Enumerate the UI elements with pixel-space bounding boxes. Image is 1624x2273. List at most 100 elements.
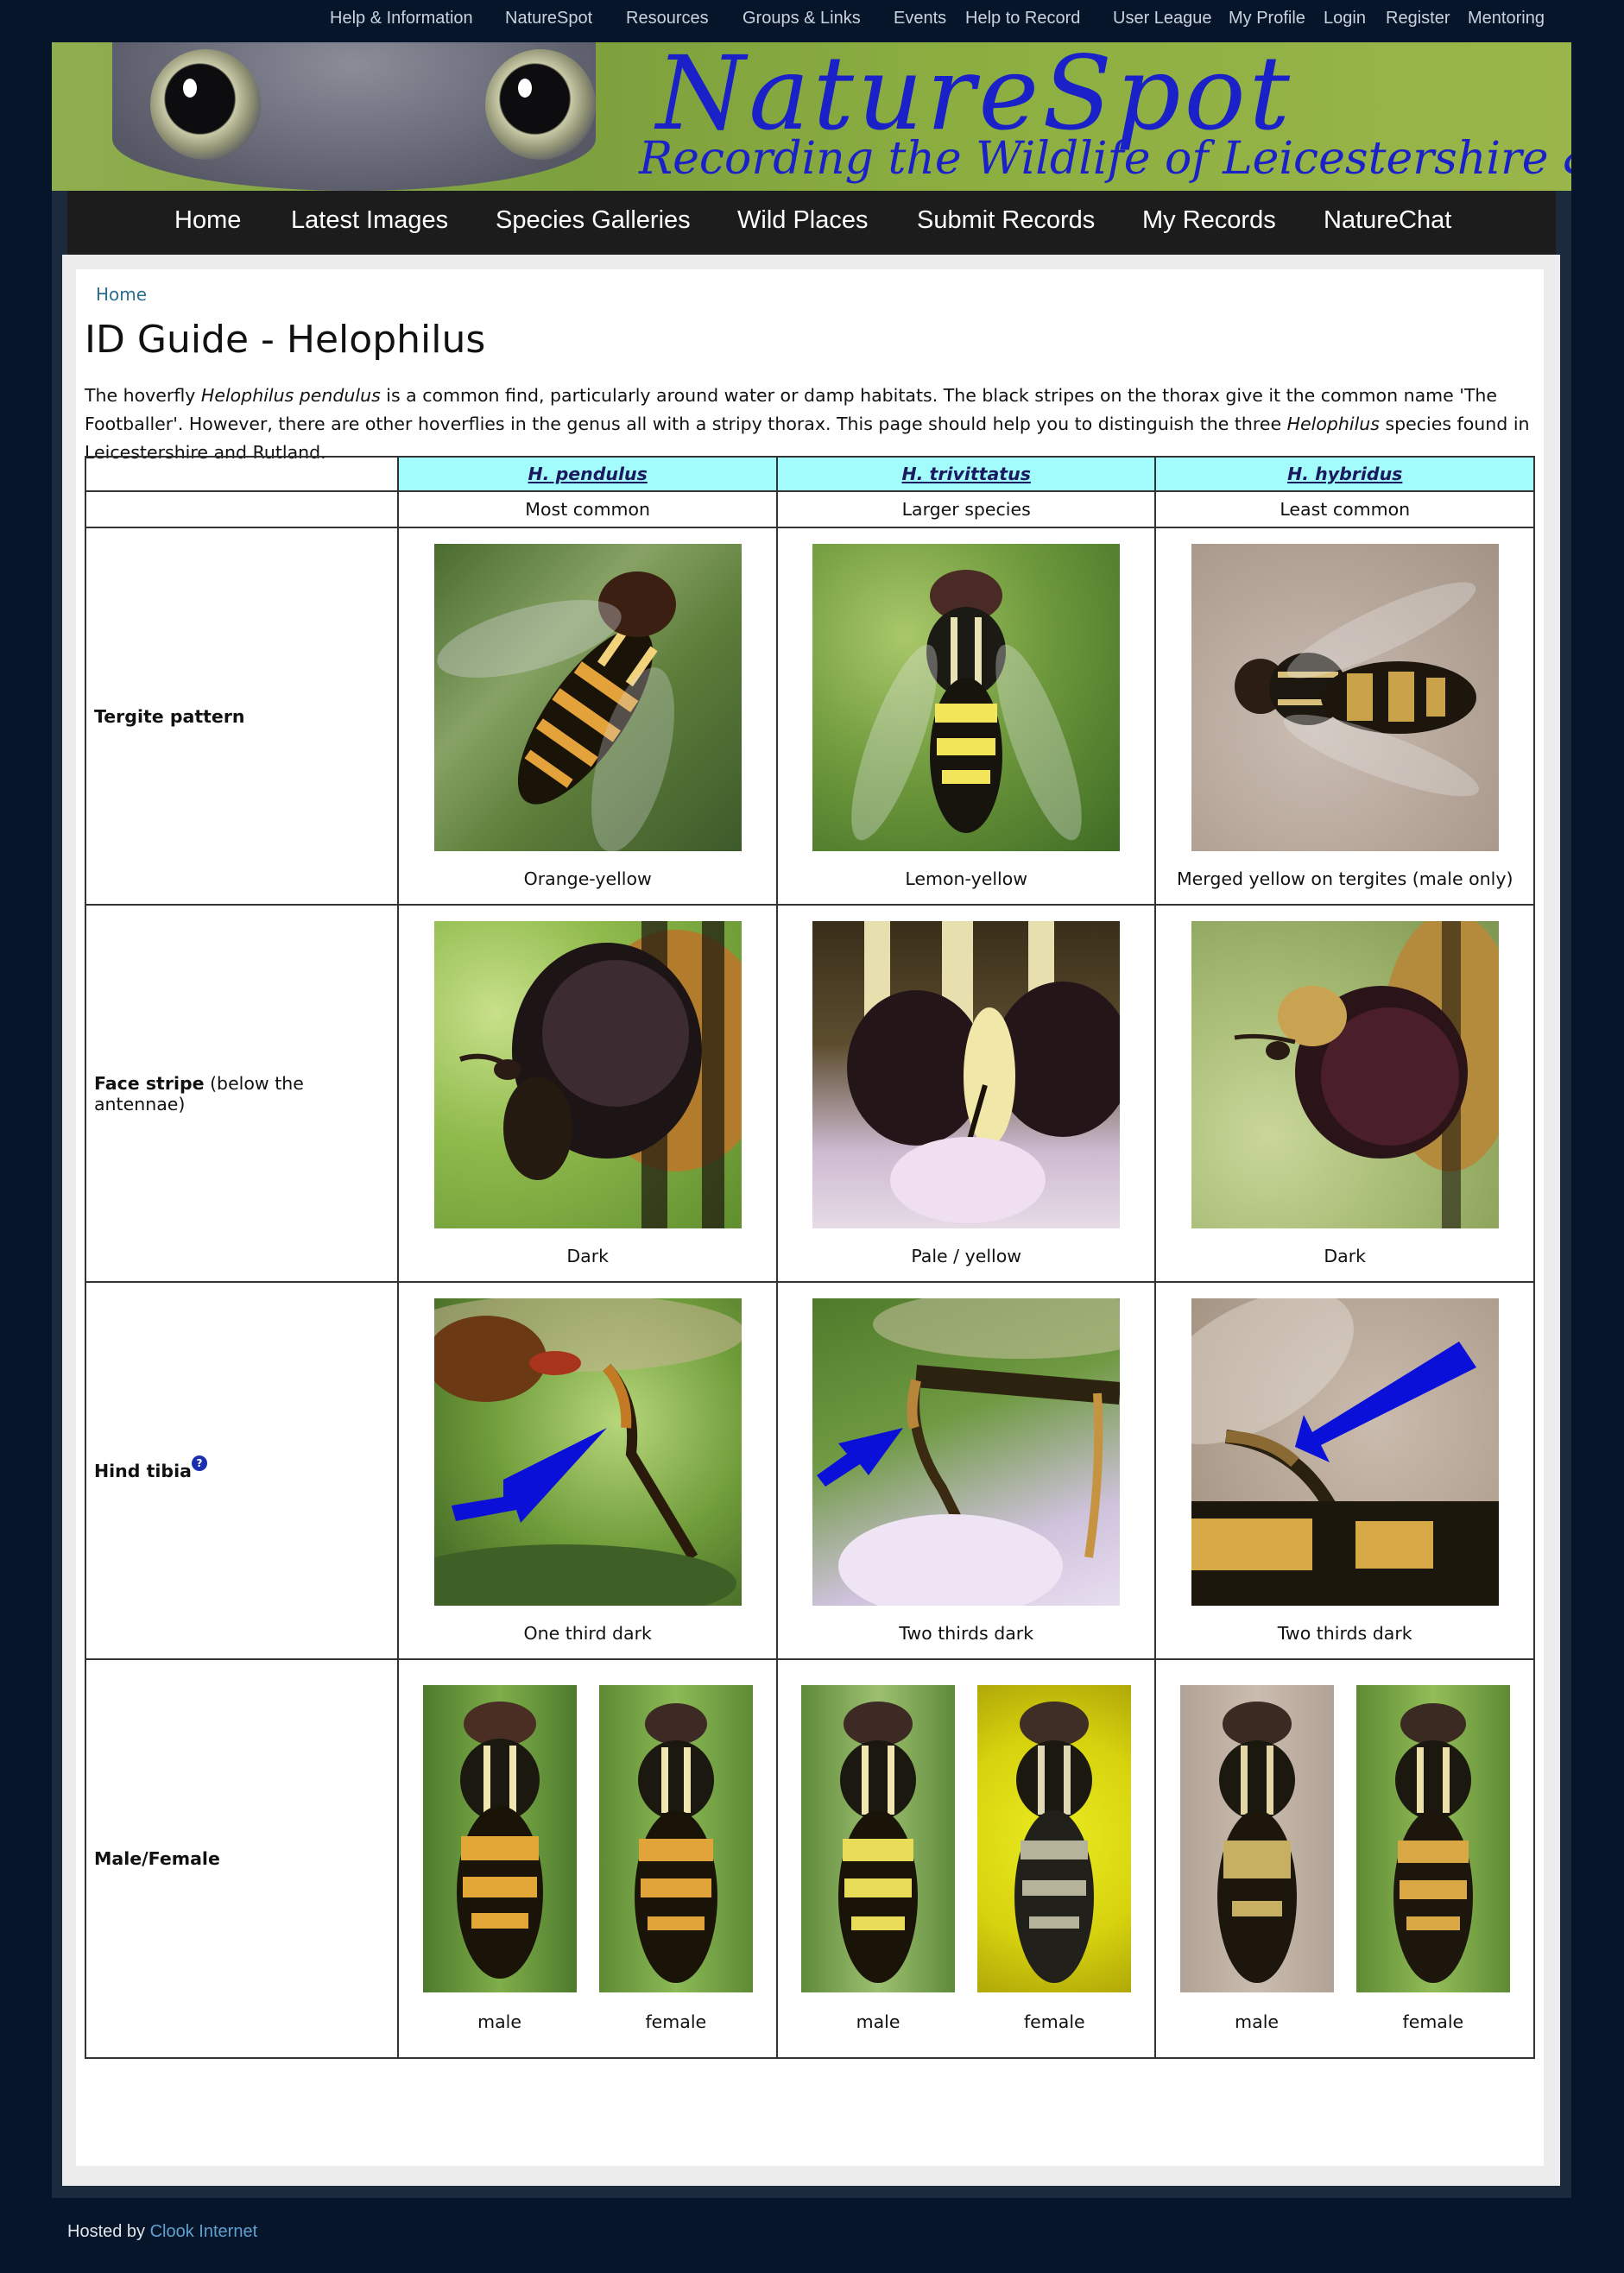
nav-wild-places[interactable]: Wild Places: [737, 206, 869, 235]
topnav-groups-links[interactable]: Groups & Links: [742, 9, 861, 28]
topnav-help-information[interactable]: Help & Information: [330, 9, 473, 28]
species-header: H. trivittatus: [775, 456, 1157, 492]
species-header: H. hybridus: [1154, 456, 1535, 492]
hoverfly-face-illustration: [458, 920, 742, 1228]
topnav-naturespot[interactable]: NatureSpot: [505, 9, 592, 28]
caption-male: male: [1235, 2011, 1279, 2032]
caption-pendulus-face: Dark: [566, 1245, 609, 1266]
caption-male: male: [856, 2011, 900, 2032]
hoverfly-illustration: [838, 1702, 919, 1983]
table-row: Face stripe (below the antennae) Dark Pa…: [84, 904, 1535, 1283]
table-cell: Orange-yellow: [397, 527, 778, 906]
table-row: Most common Larger species Least common: [84, 490, 1535, 528]
table-row: Male/Female male female male female male…: [84, 1658, 1535, 2059]
species-header: H. pendulus: [397, 456, 778, 492]
table-cell: Two thirds dark: [1154, 1281, 1535, 1660]
topnav-register[interactable]: Register: [1386, 9, 1450, 28]
hoverfly-illustration: [634, 1703, 717, 1983]
hoverfly-illustration: [1234, 581, 1479, 796]
table-cell: Dark: [397, 904, 778, 1283]
intro-genus: Helophilus: [1286, 414, 1380, 434]
hoverfly-illustration: [1014, 1702, 1095, 1983]
species-note: Least common: [1154, 490, 1535, 528]
topnav-my-profile[interactable]: My Profile: [1229, 9, 1305, 28]
table-header-empty: [84, 456, 400, 492]
footer-host-link[interactable]: Clook Internet: [150, 2222, 258, 2241]
intro-species: Helophilus pendulus: [200, 385, 381, 406]
caption-female: female: [1402, 2011, 1464, 2032]
photo-trivittatus-tergite[interactable]: [812, 543, 1121, 851]
row-label-tergite: Tergite pattern: [84, 527, 400, 906]
row-label-text: Hind tibia: [94, 1460, 192, 1481]
nav-home[interactable]: Home: [174, 206, 241, 235]
species-note: Larger species: [775, 490, 1157, 528]
hoverfly-illustration: [437, 571, 676, 851]
photo-pendulus-face[interactable]: [433, 920, 742, 1228]
nav-naturechat[interactable]: NatureChat: [1324, 206, 1451, 235]
table-header-row: H. pendulus H. trivittatus H. hybridus: [84, 456, 1535, 492]
site-logo-subtitle: Recording the Wildlife of Leicestershire…: [639, 133, 1571, 185]
topnav-login[interactable]: Login: [1324, 9, 1366, 28]
caption-trivittatus-face: Pale / yellow: [911, 1245, 1022, 1266]
hoverfly-illustration: [1393, 1703, 1473, 1983]
nav-submit-records[interactable]: Submit Records: [917, 206, 1095, 235]
row-label-face-stripe: Face stripe (below the antennae): [84, 904, 400, 1283]
table-cell: male female: [397, 1658, 778, 2059]
species-link-hybridus[interactable]: H. hybridus: [1287, 464, 1402, 484]
topnav-mentoring[interactable]: Mentoring: [1468, 9, 1545, 28]
caption-hybridus-tergite: Merged yellow on tergites (male only): [1176, 868, 1513, 889]
nav-species-galleries[interactable]: Species Galleries: [496, 206, 691, 235]
caption-hybridus-tibia: Two thirds dark: [1277, 1622, 1412, 1644]
caption-pendulus-tergite: Orange-yellow: [523, 868, 652, 889]
species-link-trivittatus[interactable]: H. trivittatus: [901, 464, 1030, 484]
photo-trivittatus-tibia[interactable]: [812, 1298, 1121, 1606]
photo-pendulus-tibia[interactable]: [433, 1298, 742, 1606]
caption-hybridus-face: Dark: [1324, 1245, 1367, 1266]
table-cell-empty: [84, 490, 400, 528]
photo-trivittatus-face[interactable]: [812, 920, 1121, 1228]
photo-hybridus-tergite[interactable]: [1191, 543, 1499, 851]
photo-pendulus-female[interactable]: [598, 1685, 753, 1992]
topnav-help-to-record[interactable]: Help to Record: [965, 9, 1080, 28]
site-banner[interactable]: NatureSpot Recording the Wildlife of Lei…: [52, 42, 1571, 191]
photo-trivittatus-male[interactable]: [801, 1685, 956, 1992]
photo-trivittatus-female[interactable]: [977, 1685, 1132, 1992]
caption-pendulus-tibia: One third dark: [523, 1622, 652, 1644]
hoverfly-face-illustration: [847, 920, 1121, 1223]
site-logo-title: NatureSpot: [656, 42, 1294, 153]
nav-my-records[interactable]: My Records: [1142, 206, 1276, 235]
caption-male: male: [477, 2011, 521, 2032]
caption-female: female: [1023, 2011, 1085, 2032]
table-cell: Dark: [1154, 904, 1535, 1283]
species-note: Most common: [397, 490, 778, 528]
topnav-events[interactable]: Events: [894, 9, 946, 28]
help-icon[interactable]: ?: [191, 1455, 207, 1471]
photo-hybridus-male[interactable]: [1179, 1685, 1334, 1992]
caption-trivittatus-tibia: Two thirds dark: [899, 1622, 1034, 1644]
main-nav: Home Latest Images Species Galleries Wil…: [67, 191, 1556, 255]
row-label-text: Face stripe: [94, 1072, 205, 1094]
table-row: Tergite pattern Orange-yellow Lemon-yell…: [84, 527, 1535, 906]
row-label-hind-tibia: Hind tibia?: [84, 1281, 400, 1660]
frog-image: [112, 42, 596, 191]
species-link-pendulus[interactable]: H. pendulus: [528, 464, 648, 484]
id-guide-table: H. pendulus H. trivittatus H. hybridus M…: [84, 456, 1535, 2059]
hoverfly-illustration: [851, 569, 1082, 840]
photo-hybridus-female[interactable]: [1355, 1685, 1510, 1992]
topnav-user-league[interactable]: User League: [1113, 9, 1212, 28]
photo-hybridus-tibia[interactable]: [1191, 1298, 1499, 1606]
hoverfly-leg-illustration: [817, 1298, 1121, 1606]
footer-prefix: Hosted by: [67, 2222, 150, 2241]
nav-latest-images[interactable]: Latest Images: [291, 206, 448, 235]
photo-hybridus-face[interactable]: [1191, 920, 1499, 1228]
topnav-resources[interactable]: Resources: [626, 9, 709, 28]
page-title: ID Guide - Helophilus: [85, 318, 486, 362]
breadcrumb-home[interactable]: Home: [96, 284, 147, 305]
table-cell: Merged yellow on tergites (male only): [1154, 527, 1535, 906]
table-cell: Lemon-yellow: [775, 527, 1157, 906]
hoverfly-illustration: [1216, 1702, 1297, 1983]
photo-pendulus-tergite[interactable]: [433, 543, 742, 851]
photo-pendulus-male[interactable]: [422, 1685, 577, 1992]
hoverfly-illustration: [456, 1702, 543, 1979]
caption-female: female: [645, 2011, 707, 2032]
